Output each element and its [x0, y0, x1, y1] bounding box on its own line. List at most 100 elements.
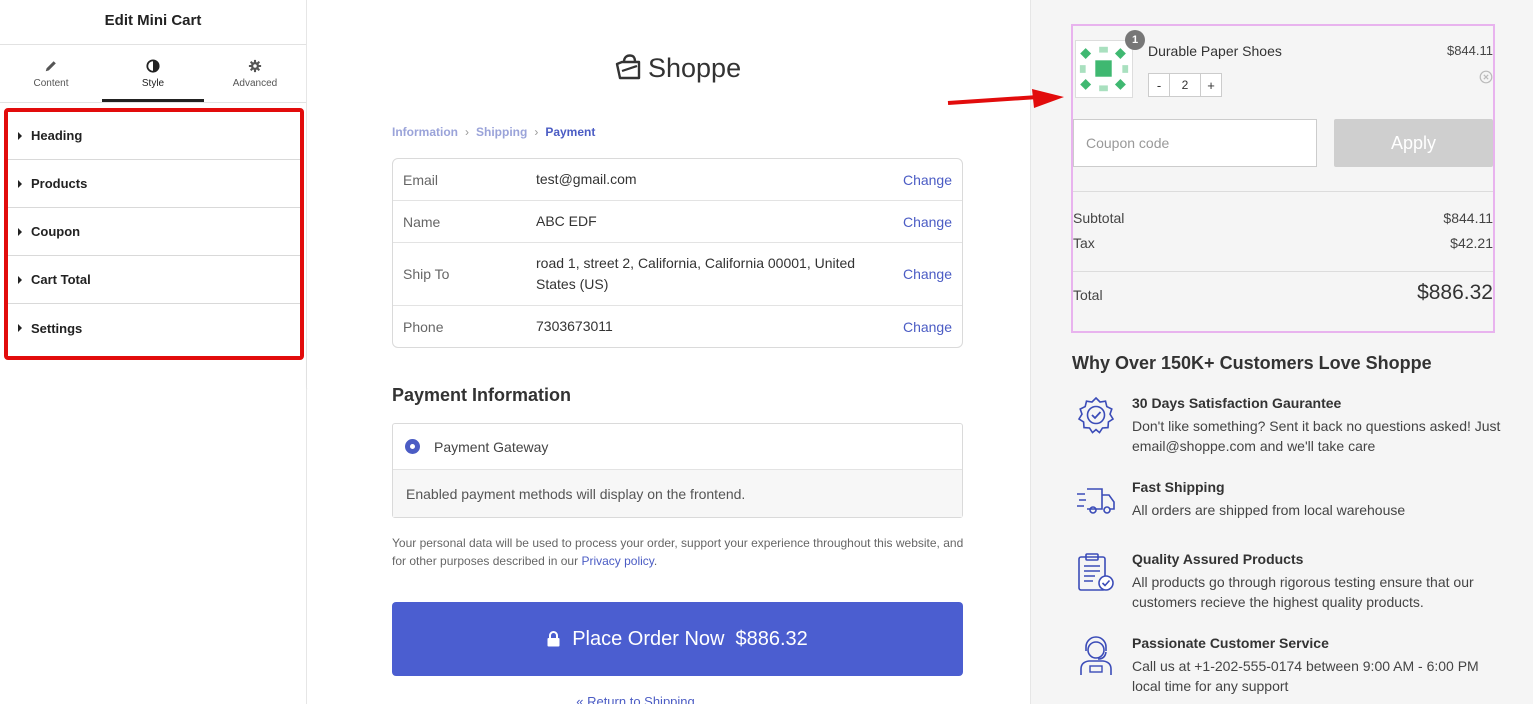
editor-title: Edit Mini Cart: [0, 0, 306, 45]
review-value: 7303673011: [536, 318, 613, 334]
tab-content-label: Content: [33, 77, 69, 89]
section-coupon[interactable]: Coupon: [8, 208, 300, 256]
payment-note: Enabled payment methods will display on …: [393, 470, 962, 517]
feature-desc: All products go through rigorous testing…: [1132, 574, 1474, 610]
review-value: ABC EDF: [536, 213, 597, 229]
product-thumbnail: [1075, 40, 1133, 98]
tax-row: Tax $42.21: [1073, 235, 1493, 251]
quantity-stepper: - 2 +: [1148, 73, 1222, 98]
caret-right-icon: [18, 131, 22, 140]
lock-icon: [547, 631, 560, 647]
privacy-text: Your personal data will be used to proce…: [392, 536, 964, 568]
caret-right-icon: [18, 227, 22, 236]
review-label: Phone: [403, 318, 444, 335]
logo-text: Shoppe: [648, 52, 742, 83]
feature-title: Passionate Customer Service: [1132, 635, 1329, 651]
section-heading[interactable]: Heading: [8, 112, 300, 160]
subtotal-value: $844.11: [1443, 210, 1493, 226]
review-label: Ship To: [403, 266, 450, 282]
place-order-amount: $886.32: [735, 627, 808, 650]
change-name-link[interactable]: Change: [903, 214, 952, 230]
place-order-button[interactable]: Place Order Now $886.32: [392, 602, 963, 676]
why-heading: Why Over 150K+ Customers Love Shoppe: [1072, 353, 1432, 373]
editor-tabs: Content Style Advanced: [0, 45, 306, 103]
shop-logo[interactable]: Shoppe: [613, 52, 741, 84]
caret-right-icon: [18, 179, 22, 188]
qty-value[interactable]: 2: [1170, 73, 1200, 97]
payment-methods-box: Payment Gateway Enabled payment methods …: [392, 423, 963, 518]
return-to-shipping-link[interactable]: « Return to Shipping: [308, 694, 963, 704]
quantity-badge: 1: [1125, 30, 1145, 50]
caret-right-icon: [18, 275, 22, 284]
tab-advanced[interactable]: Advanced: [204, 45, 306, 102]
divider: [1073, 271, 1493, 272]
badge-check-icon: [1077, 396, 1115, 434]
support-agent-icon: [1080, 636, 1112, 675]
section-settings[interactable]: Settings: [8, 304, 300, 352]
tab-content[interactable]: Content: [0, 45, 102, 102]
gear-icon: [248, 59, 262, 72]
subtotal-row: Subtotal $844.11: [1073, 210, 1493, 226]
tab-advanced-label: Advanced: [232, 77, 278, 89]
privacy-policy-link[interactable]: Privacy policy: [581, 554, 653, 568]
review-row-ship-to: Ship To road 1, street 2, California, Ca…: [393, 243, 962, 306]
apply-coupon-button[interactable]: Apply: [1334, 119, 1493, 167]
feature-desc: Call us at +1-202-555-0174 between 9:00 …: [1132, 658, 1479, 694]
payment-heading: Payment Information: [392, 385, 572, 405]
feature-desc: All orders are shipped from local wareho…: [1132, 502, 1406, 518]
payment-option[interactable]: Payment Gateway: [393, 424, 962, 470]
breadcrumb-shipping[interactable]: Shipping: [476, 125, 527, 139]
feature-title: Fast Shipping: [1132, 479, 1225, 495]
tax-label: Tax: [1073, 235, 1095, 251]
section-label: Heading: [31, 128, 83, 143]
checkout-preview: Shoppe Information › Shipping › Payment …: [308, 0, 1029, 704]
section-label: Cart Total: [31, 272, 91, 287]
total-value: $886.32: [1417, 281, 1493, 304]
section-label: Coupon: [31, 224, 81, 239]
review-label: Email: [403, 171, 439, 188]
qty-increase-button[interactable]: +: [1200, 73, 1222, 97]
caret-right-icon: [18, 324, 22, 332]
payment-radio[interactable]: [405, 439, 420, 454]
product-price: $844.11: [1446, 43, 1493, 58]
breadcrumb: Information › Shipping › Payment: [392, 125, 595, 139]
pencil-icon: [45, 60, 56, 71]
mini-cart-widget[interactable]: 1 Durable Paper Shoes $844.11 - 2 + Appl…: [1071, 24, 1495, 333]
review-value: road 1, street 2, California, California…: [536, 255, 856, 292]
breadcrumb-information[interactable]: Information: [392, 125, 458, 139]
review-row-name: Name ABC EDF Change: [393, 201, 962, 243]
divider: [1073, 191, 1493, 192]
change-email-link[interactable]: Change: [903, 172, 952, 188]
review-value: test@gmail.com: [536, 171, 637, 187]
chevron-right-icon: ›: [465, 125, 469, 139]
shopping-bag-icon: [615, 54, 641, 80]
privacy-end: .: [653, 554, 658, 568]
place-order-label: Place Order Now: [572, 627, 725, 650]
review-label: Name: [403, 213, 441, 230]
contrast-icon: [146, 58, 160, 73]
section-products[interactable]: Products: [8, 160, 300, 208]
feature-title: Quality Assured Products: [1132, 551, 1304, 567]
section-cart-total[interactable]: Cart Total: [8, 256, 300, 304]
review-row-email: Email test@gmail.com Change: [393, 159, 962, 201]
order-review-box: Email test@gmail.com Change Name ABC EDF…: [392, 158, 963, 348]
feature-title: 30 Days Satisfaction Gaurantee: [1132, 395, 1342, 411]
tab-style[interactable]: Style: [102, 45, 204, 102]
clipboard-check-icon: [1078, 553, 1114, 591]
editor-panel: Edit Mini Cart Content Style Advanced He…: [0, 0, 307, 704]
tax-value: $42.21: [1450, 235, 1493, 251]
qty-decrease-button[interactable]: -: [1148, 73, 1170, 97]
change-ship-to-link[interactable]: Change: [903, 266, 952, 282]
truck-icon: [1077, 488, 1115, 514]
style-sections-highlight: Heading Products Coupon Cart Total Setti…: [4, 108, 304, 360]
product-name: Durable Paper Shoes: [1148, 43, 1282, 59]
coupon-input[interactable]: [1073, 119, 1317, 167]
review-row-phone: Phone 7303673011 Change: [393, 306, 962, 347]
annotation-arrow-icon: [947, 89, 1064, 108]
tab-style-label: Style: [141, 77, 165, 89]
section-label: Products: [31, 176, 88, 191]
change-phone-link[interactable]: Change: [903, 319, 952, 335]
close-circle-icon[interactable]: [1479, 70, 1493, 84]
section-label: Settings: [31, 320, 83, 336]
subtotal-label: Subtotal: [1073, 210, 1125, 226]
